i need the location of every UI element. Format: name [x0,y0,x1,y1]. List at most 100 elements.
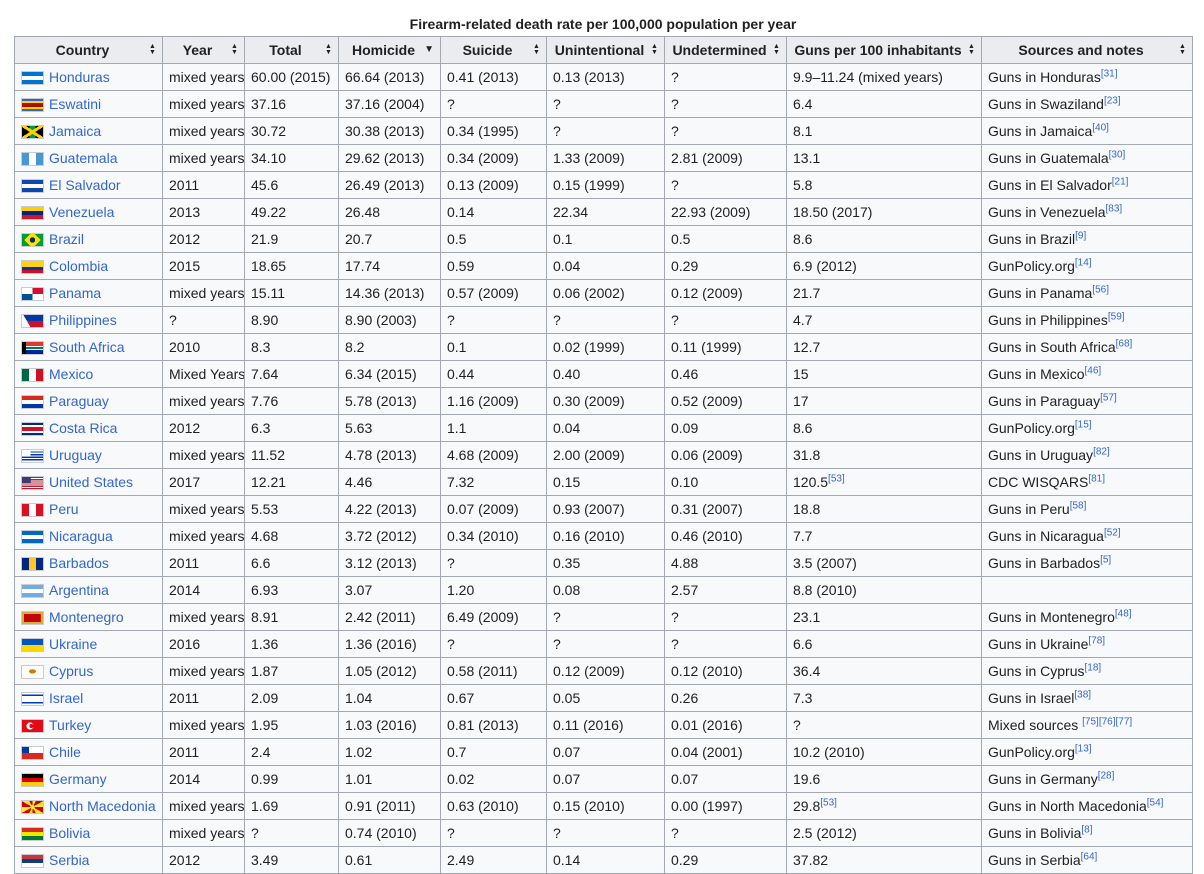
country-link[interactable]: Eswatini [49,96,101,112]
reference-link[interactable]: [46] [1084,365,1101,376]
unintentional-cell: 22.34 [546,198,665,226]
sort-arrows-icon[interactable]: ▲▼ [1179,43,1186,55]
reference-link[interactable]: [48] [1115,608,1132,619]
country-link[interactable]: Philippines [49,312,117,328]
reference-link[interactable]: [57] [1100,392,1117,403]
reference-link[interactable]: [64] [1081,851,1098,862]
country-link[interactable]: Montenegro [49,609,124,625]
country-link[interactable]: North Macedonia [49,798,156,814]
country-link[interactable]: Serbia [49,852,89,868]
reference-link[interactable]: [30] [1109,149,1126,160]
country-link[interactable]: Germany [49,771,107,787]
unintentional-cell: ? [546,603,665,631]
country-link[interactable]: Guatemala [49,150,117,166]
country-link[interactable]: Honduras [49,69,110,85]
reference-link[interactable]: [82] [1093,446,1110,457]
reference-link[interactable]: [14] [1075,257,1092,268]
country-link[interactable]: South Africa [49,339,125,355]
source-text: Guns in Paraguay [988,393,1101,409]
country-link[interactable]: Cyprus [49,663,93,679]
unintentional-cell: 0.02 (1999) [546,333,665,361]
table-row: Serbia 2012 3.49 0.61 2.49 0.14 0.29 37.82 Guns … [14,846,1193,874]
reference-link[interactable]: [28] [1098,770,1115,781]
country-link[interactable]: Ukraine [49,636,97,652]
country-link[interactable]: Peru [49,501,79,517]
source-cell: Guns in Peru[58] [981,495,1193,523]
country-link[interactable]: Brazil [49,231,84,247]
ukraine-flag-icon [21,638,44,653]
reference-link[interactable]: [59] [1108,311,1125,322]
reference-link[interactable]: [38] [1074,689,1091,700]
sort-arrows-icon[interactable]: ▲▼ [231,43,238,55]
reference-link[interactable]: [58] [1070,500,1087,511]
sort-arrows-icon[interactable]: ▲▼ [968,43,975,55]
country-link[interactable]: Barbados [49,555,109,571]
column-header-sources-and-notes[interactable]: Sources and notes ▲▼ [981,36,1193,64]
reference-link[interactable]: [52] [1104,527,1121,538]
guns-value: 19.6 [793,771,821,787]
reference-link[interactable]: [54] [1147,797,1164,808]
reference-link[interactable]: [8] [1081,824,1092,835]
column-header-homicide[interactable]: Homicide ▼ [338,36,441,64]
reference-link[interactable]: [15] [1075,419,1092,430]
country-link[interactable]: Uruguay [49,447,102,463]
country-link[interactable]: El Salvador [49,177,121,193]
reference-link[interactable]: [81] [1088,473,1105,484]
country-link[interactable]: Paraguay [49,393,109,409]
column-header-undetermined[interactable]: Undetermined ▲▼ [664,36,787,64]
reference-link[interactable]: [40] [1092,122,1109,133]
sort-arrows-icon[interactable]: ▲▼ [773,43,780,55]
source-text: Mixed sources [988,717,1083,733]
column-header-year[interactable]: Year ▲▼ [162,36,245,64]
country-link[interactable]: Chile [49,744,81,760]
undetermined-cell: ? [664,90,787,118]
total-cell: 1.36 [244,630,339,658]
country-link[interactable]: Bolivia [49,825,90,841]
reference-link[interactable]: [13] [1075,743,1092,754]
reference-link[interactable]: [21] [1112,176,1129,187]
country-link[interactable]: Costa Rica [49,420,117,436]
country-link[interactable]: Mexico [49,366,93,382]
column-header-total[interactable]: Total ▲▼ [244,36,339,64]
column-header-label: Guns per 100 inhabitants [794,42,962,58]
reference-link[interactable]: [23] [1104,95,1121,106]
sort-arrows-icon[interactable]: ▲▼ [651,43,658,55]
north-macedonia-flag-icon [21,800,44,815]
column-header-country[interactable]: Country ▲▼ [14,36,163,64]
guns-cell: 18.50 (2017) [786,198,982,226]
country-link[interactable]: Turkey [49,717,91,733]
source-cell: Guns in Bolivia[8] [981,819,1193,847]
total-cell: 5.53 [244,495,339,523]
reference-link[interactable]: [18] [1084,662,1101,673]
reference-link[interactable]: [68] [1116,338,1133,349]
column-header-suicide[interactable]: Suicide ▲▼ [440,36,547,64]
sort-arrows-icon[interactable]: ▲▼ [533,43,540,55]
country-link[interactable]: United States [49,474,133,490]
reference-link[interactable]: [9] [1075,230,1086,241]
reference-link[interactable]: [53] [820,797,837,808]
reference-link[interactable]: [53] [828,473,845,484]
reference-link[interactable]: [75][76][77] [1082,716,1132,727]
reference-link[interactable]: [5] [1100,554,1111,565]
column-header-guns-per-100-inhabitants[interactable]: Guns per 100 inhabitants ▲▼ [786,36,982,64]
column-header-unintentional[interactable]: Unintentional ▲▼ [546,36,665,64]
homicide-cell: 6.34 (2015) [338,360,441,388]
country-link[interactable]: Panama [49,285,101,301]
country-link[interactable]: Colombia [49,258,108,274]
country-link[interactable]: Jamaica [49,123,101,139]
country-link[interactable]: Nicaragua [49,528,113,544]
sort-arrows-icon[interactable]: ▲▼ [325,43,332,55]
reference-link[interactable]: [78] [1088,635,1105,646]
country-link[interactable]: Israel [49,690,83,706]
reference-link[interactable]: [56] [1092,284,1109,295]
country-link[interactable]: Venezuela [49,204,114,220]
year-cell: mixed years [162,90,245,118]
source-text: CDC WISQARS [988,474,1089,490]
guns-cell: 17 [786,387,982,415]
country-link[interactable]: Argentina [49,582,109,598]
reference-link[interactable]: [83] [1106,203,1123,214]
suicide-cell: 0.59 [440,252,547,280]
sort-descending-icon[interactable]: ▼ [424,38,434,63]
reference-link[interactable]: [31] [1101,68,1118,79]
sort-arrows-icon[interactable]: ▲▼ [149,43,156,55]
